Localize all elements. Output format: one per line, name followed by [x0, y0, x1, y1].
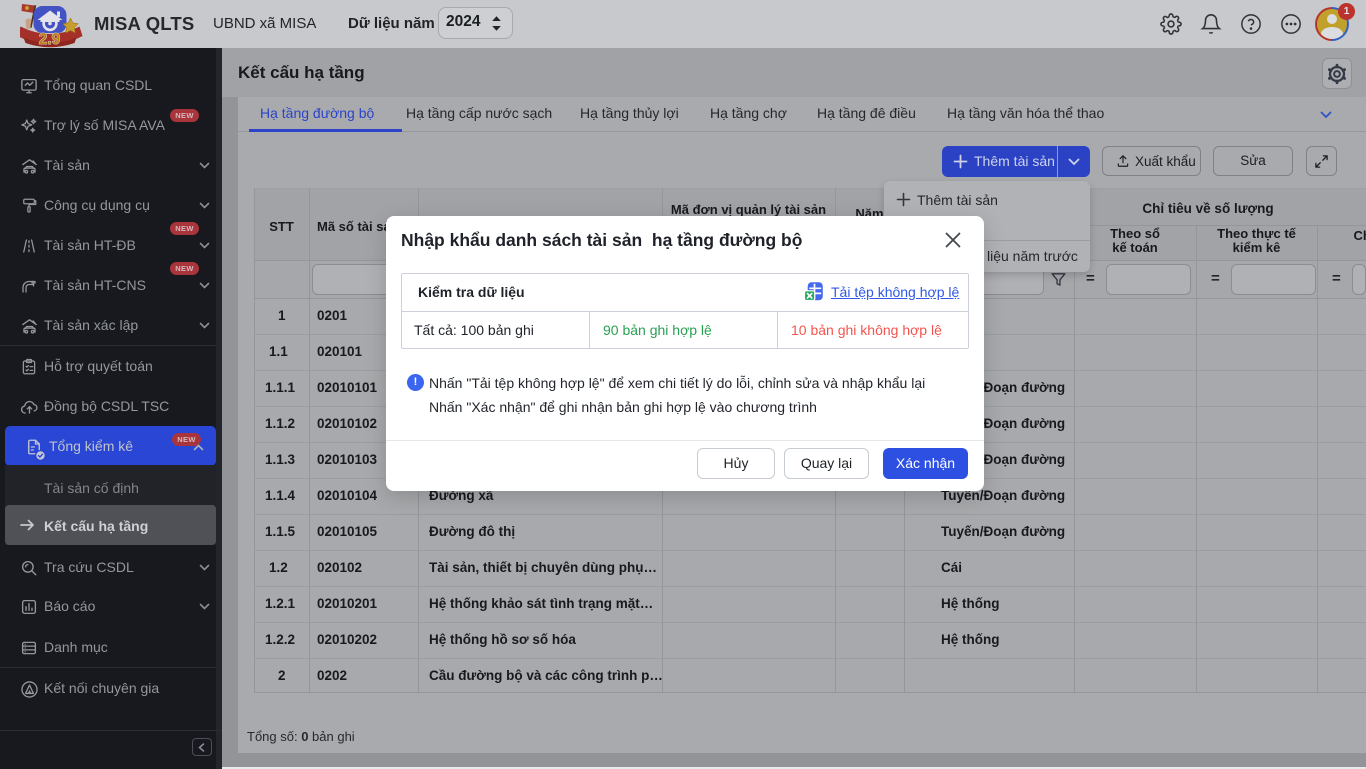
- svg-text:2.9: 2.9: [39, 31, 61, 48]
